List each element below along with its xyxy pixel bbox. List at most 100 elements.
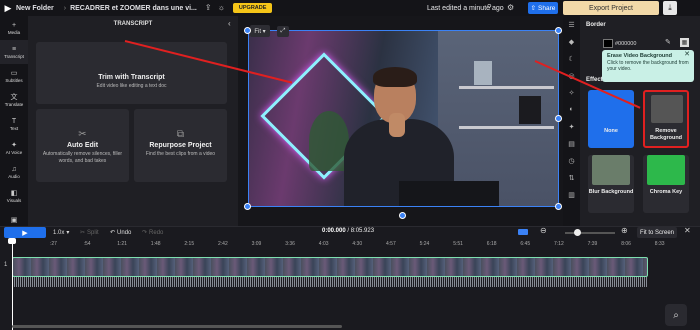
- ruler-tick-label: 4:03: [318, 241, 329, 247]
- effect-none-tile[interactable]: None: [588, 90, 634, 148]
- redo-button[interactable]: ↷ Redo: [142, 227, 163, 238]
- translate-icon: 文: [10, 94, 18, 101]
- zoom-out-icon[interactable]: ⊖: [540, 226, 547, 235]
- text-icon: T: [11, 118, 17, 125]
- video-shelf: [459, 86, 554, 89]
- video-track-clip[interactable]: [12, 257, 648, 277]
- zoom-slider[interactable]: [565, 232, 615, 234]
- settings-icon[interactable]: ☰: [563, 16, 580, 33]
- clock-icon[interactable]: ◷: [563, 152, 580, 169]
- adjust-icon[interactable]: ☾: [563, 50, 580, 67]
- visuals-icon: ◧: [10, 190, 18, 197]
- effects-icon[interactable]: ✧: [563, 84, 580, 101]
- settings-tools-column: ☰ ◆ ☾ ◎ ✧ ◐ ✦ ▤ ◷ ⇅ ▥: [563, 16, 580, 226]
- timecode: 0:00.000 / 8:05.923: [322, 228, 374, 234]
- collapse-panel-icon[interactable]: ‹: [228, 19, 231, 28]
- playhead-handle[interactable]: [8, 238, 16, 244]
- search-icon[interactable]: ⌕: [665, 304, 687, 326]
- split-label: Split: [87, 229, 99, 236]
- tile-thumbnail: [647, 155, 685, 185]
- delete-icon[interactable]: ▥: [563, 186, 580, 203]
- brightness-icon[interactable]: ☼: [218, 3, 225, 13]
- breadcrumb-folder[interactable]: New Folder: [16, 5, 54, 12]
- play-button[interactable]: ▶: [4, 227, 46, 238]
- border-color-value[interactable]: #000000: [615, 41, 636, 47]
- timeline-scrollbar[interactable]: [12, 325, 342, 328]
- nav-audio[interactable]: ♫ Audio: [0, 160, 28, 184]
- transparent-color-icon[interactable]: ▦: [680, 38, 689, 47]
- nav-label: AI Voice: [5, 150, 23, 155]
- card-description: Find the best clips from a video: [145, 151, 216, 157]
- redo-label: Redo: [149, 229, 164, 236]
- gear-icon[interactable]: ⚙: [507, 3, 514, 12]
- share-button[interactable]: ⇧ Share: [528, 2, 558, 14]
- ruler-tick-label: 2:15: [184, 241, 195, 247]
- waveform-toggle-icon[interactable]: [518, 229, 528, 235]
- nav-ai-voice[interactable]: ✦ AI Voice: [0, 136, 28, 160]
- arrange-icon[interactable]: ⇅: [563, 169, 580, 186]
- audio-icon: ♫: [11, 166, 17, 173]
- ruler-tick-label: 8:33: [654, 241, 665, 247]
- resize-handle[interactable]: [555, 27, 562, 34]
- split-button[interactable]: ✂ Split: [80, 227, 99, 238]
- resize-handle[interactable]: [244, 203, 251, 210]
- export-project-button[interactable]: Export Project: [563, 1, 659, 15]
- zoom-in-icon[interactable]: ⊕: [621, 226, 628, 235]
- video-preview[interactable]: [248, 30, 559, 207]
- filters-icon[interactable]: ◐: [563, 101, 580, 118]
- project-title[interactable]: RECADRER et ZOOMER dans une vi...: [70, 5, 197, 12]
- effect-remove-background-tile[interactable]: Remove Background: [643, 90, 689, 148]
- nav-visuals[interactable]: ◧ Visuals: [0, 184, 28, 208]
- upgrade-button[interactable]: UPGRADE: [232, 3, 273, 13]
- upload-icon[interactable]: ⇪: [205, 3, 212, 13]
- transcript-icon: ≡: [11, 46, 17, 53]
- video-shelf-object: [474, 61, 492, 85]
- tile-label: Remove Background: [649, 128, 683, 141]
- card-title: Trim with Transcript: [98, 74, 165, 81]
- fit-dropdown[interactable]: Fit ▾: [250, 25, 270, 37]
- redo-icon: ↷: [142, 230, 148, 236]
- ruler-tick-label: 7:39: [587, 241, 598, 247]
- tile-label: None: [604, 128, 618, 134]
- fill-icon[interactable]: ◆: [563, 33, 580, 50]
- fit-to-screen-button[interactable]: Fit to Screen: [637, 227, 677, 238]
- eyedropper-icon[interactable]: ✎: [665, 38, 671, 46]
- crop-icon[interactable]: ⤢: [277, 26, 289, 37]
- nav-transcript[interactable]: ≡ Transcript: [0, 40, 28, 64]
- border-color-swatch[interactable]: [603, 39, 613, 48]
- speed-dropdown[interactable]: 1.0x ▾: [53, 227, 69, 238]
- nav-translate[interactable]: 文 Translate: [0, 88, 28, 112]
- resize-handle[interactable]: [555, 115, 562, 122]
- close-icon[interactable]: ✕: [684, 51, 690, 59]
- left-nav: + Media ≡ Transcript ▭ Subtitles 文 Translate…: [0, 16, 28, 226]
- magic-icon[interactable]: ✦: [563, 118, 580, 135]
- tile-label: Chroma Key: [649, 189, 683, 195]
- playhead[interactable]: [12, 240, 13, 330]
- effect-chroma-key-tile[interactable]: Chroma Key: [643, 155, 689, 213]
- trim-with-transcript-card[interactable]: Trim with Transcript Edit video like edi…: [36, 42, 227, 104]
- effect-blur-background-tile[interactable]: Blur Background: [588, 155, 634, 213]
- elements-icon: ▣: [10, 216, 18, 224]
- nav-text[interactable]: T Text: [0, 112, 28, 136]
- nav-subtitles[interactable]: ▭ Subtitles: [0, 64, 28, 88]
- video-shelf-object: [519, 96, 541, 124]
- close-timeline-icon[interactable]: ✕: [684, 226, 691, 235]
- ruler-tick-label: 4:30: [352, 241, 363, 247]
- zoom-slider-knob[interactable]: [574, 229, 581, 236]
- help-icon[interactable]: ?: [487, 3, 491, 12]
- border-label: Border: [586, 22, 606, 28]
- resize-handle[interactable]: [244, 27, 251, 34]
- auto-edit-card[interactable]: ✂ Auto Edit Automatically remove silence…: [36, 109, 129, 182]
- undo-button[interactable]: ↶ Undo: [110, 227, 131, 238]
- nav-label: Translate: [4, 102, 24, 107]
- download-icon[interactable]: ⤓: [663, 1, 677, 15]
- resize-handle[interactable]: [555, 203, 562, 210]
- video-plant: [309, 111, 349, 171]
- ruler-tick-label: 5:51: [453, 241, 463, 247]
- speed-value: 1.0x: [53, 229, 65, 236]
- rotate-handle[interactable]: [399, 212, 406, 219]
- repurpose-project-card[interactable]: ⧉ Repurpose Project Find the best clips …: [134, 109, 227, 182]
- nav-media[interactable]: + Media: [0, 16, 28, 40]
- layers-icon[interactable]: ▤: [563, 135, 580, 152]
- veed-logo-icon[interactable]: ▶: [0, 0, 16, 16]
